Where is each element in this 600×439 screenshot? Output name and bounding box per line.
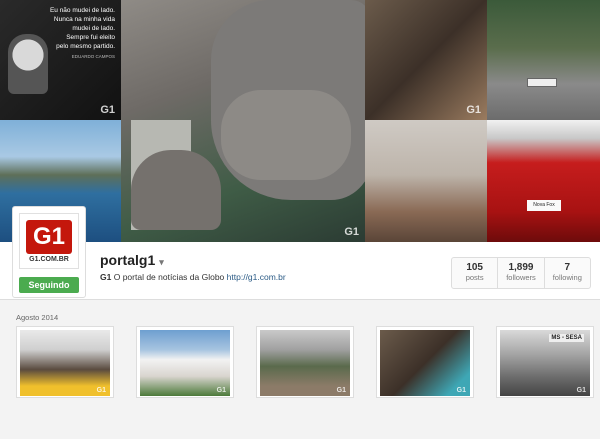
month-heading: Agosto 2014 (16, 313, 59, 322)
following-button[interactable]: Seguindo (19, 277, 79, 293)
stat-posts[interactable]: 105 posts (452, 258, 499, 288)
hippo-baby (131, 150, 221, 230)
bio-link[interactable]: http://g1.com.br (227, 272, 286, 282)
post-image-selfie: G1 (380, 330, 470, 396)
post-thumbnail[interactable]: G1 (136, 326, 234, 398)
post-thumbnail[interactable]: G1 (256, 326, 354, 398)
profile-stats: 105 posts 1,899 followers 7 following (451, 257, 591, 289)
chevron-down-icon[interactable]: ▾ (159, 257, 164, 267)
profile-avatar-card: G1 G1.COM.BR Seguindo (12, 206, 86, 298)
g1-watermark: G1 (344, 226, 359, 238)
red-car-plate: Nova Fox (527, 200, 561, 211)
g1-watermark: G1 (96, 387, 106, 394)
stat-number: 105 (466, 262, 483, 273)
post-thumbnail[interactable]: G1 (16, 326, 114, 398)
logo-caption: G1.COM.BR (29, 256, 69, 263)
stat-following[interactable]: 7 following (545, 258, 590, 288)
bio-text: O portal de notícias da Globo (113, 272, 225, 282)
g1-watermark: G1 (336, 387, 346, 394)
cover-photo-ruins[interactable] (365, 120, 487, 242)
stat-label: posts (465, 273, 484, 282)
cover-photo-red-car[interactable]: Nova Fox (487, 120, 600, 242)
post-image-students: G1 (20, 330, 110, 396)
g1-logo: G1 (26, 220, 72, 254)
g1-watermark: G1 (466, 104, 481, 116)
post-image-house: G1 (140, 330, 230, 396)
cover-photo-car[interactable] (487, 0, 600, 120)
g1-watermark: G1 (100, 104, 115, 116)
cover-photo-selfie[interactable]: G1 (365, 0, 487, 120)
cover-photo-hippos[interactable]: G1 (121, 0, 365, 242)
profile-bio: G1 O portal de notícias da Globo http://… (100, 272, 286, 282)
g1-watermark: G1 (576, 387, 586, 394)
post-thumbnail[interactable]: MS - SESA G1 (496, 326, 594, 398)
stat-followers[interactable]: 1,899 followers (498, 258, 545, 288)
g1-watermark: G1 (216, 387, 226, 394)
cover-mosaic: Eu não mudei de lado. Nunca na minha vid… (0, 0, 600, 242)
username-text: portalg1 (100, 252, 156, 268)
username[interactable]: portalg1 ▾ (100, 252, 164, 268)
stat-label: followers (506, 273, 536, 282)
car-plate (527, 78, 557, 87)
stat-label: following (552, 273, 582, 282)
bio-name: G1 (100, 272, 112, 282)
profile-avatar[interactable]: G1 G1.COM.BR (19, 213, 79, 269)
g1-watermark: G1 (456, 387, 466, 394)
hippo-snout (221, 90, 351, 180)
instagram-profile-page: Eu não mudei de lado. Nunca na minha vid… (0, 0, 600, 439)
sign-text: MS - SESA (549, 334, 584, 342)
stat-number: 1,899 (508, 262, 534, 273)
quote-text: Eu não mudei de lado. Nunca na minha vid… (49, 7, 115, 50)
post-image-yard: G1 (260, 330, 350, 396)
stat-number: 7 (564, 262, 571, 273)
post-thumbnail[interactable]: G1 (376, 326, 474, 398)
cover-photo-quote[interactable]: Eu não mudei de lado. Nunca na minha vid… (0, 0, 121, 120)
quote-author: EDUARDO CAMPOS (71, 54, 115, 59)
post-image-man: MS - SESA G1 (500, 330, 590, 396)
